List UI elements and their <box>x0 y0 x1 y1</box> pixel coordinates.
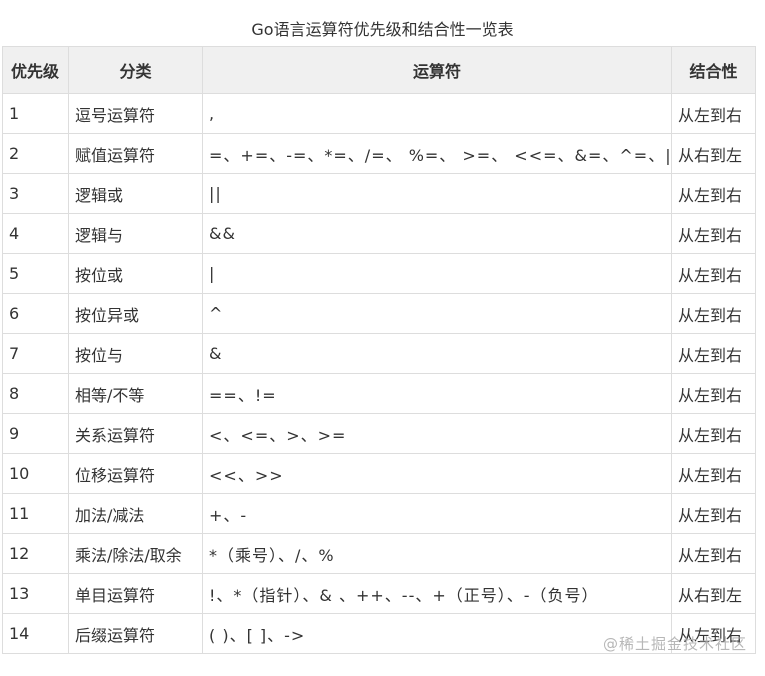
cell-operator: ( )、[ ]、-> <box>202 613 672 654</box>
cell-category: 逻辑与 <box>68 213 203 254</box>
table-header-row: 优先级 分类 运算符 结合性 <box>2 46 756 94</box>
cell-priority: 12 <box>2 533 69 574</box>
table-body: 1 逗号运算符, 从左到右 2 赋值运算符 =、+=、-=、*=、/=、 %=、 >=、 … <box>2 93 756 654</box>
table-caption: Go语言运算符优先级和结合性一览表 <box>251 20 514 39</box>
cell-category: 逻辑或 <box>68 173 203 214</box>
cell-associativity: 从右到左 <box>671 133 756 174</box>
cell-category: 后缀运算符 <box>68 613 203 654</box>
table-row: 10 位移运算符 <<、>> 从左到右 <box>2 453 756 494</box>
cell-operator: =、+=、-=、*=、/=、 %=、 >=、 <<=、&=、^=、|= <box>202 133 672 174</box>
cell-operator: ^ <box>202 293 672 334</box>
cell-associativity: 从左到右 <box>671 373 756 414</box>
cell-category: 按位与 <box>68 333 203 374</box>
cell-priority: 3 <box>2 173 69 214</box>
cell-category: 逗号运算符 <box>68 93 203 134</box>
cell-category: 加法/减法 <box>68 493 203 534</box>
table-row: 1 逗号运算符, 从左到右 <box>2 93 756 134</box>
cell-operator: , <box>202 93 672 134</box>
header-priority: 优先级 <box>2 46 69 94</box>
cell-operator: || <box>202 173 672 214</box>
operator-precedence-table: 优先级 分类 运算符 结合性 1 逗号运算符, 从左到右 2 赋值运算符 =、+=、-=、… <box>2 46 756 654</box>
cell-operator: ==、!= <box>202 373 672 414</box>
table-row: 8 相等/不等 ==、!= 从左到右 <box>2 373 756 414</box>
cell-priority: 6 <box>2 293 69 334</box>
cell-operator: & <box>202 333 672 374</box>
table-row: 2 赋值运算符 =、+=、-=、*=、/=、 %=、 >=、 <<=、&=、^=、|… <box>2 133 756 174</box>
cell-associativity: 从左到右 <box>671 173 756 214</box>
cell-operator: !、*（指针）、& 、++、--、+（正号）、-（负号） <box>202 573 672 614</box>
table-row: 4 逻辑与 && 从左到右 <box>2 213 756 254</box>
cell-category: 乘法/除法/取余 <box>68 533 203 574</box>
cell-priority: 8 <box>2 373 69 414</box>
cell-associativity: 从左到右 <box>671 533 756 574</box>
table-row: 7 按位与 & 从左到右 <box>2 333 756 374</box>
cell-category: 相等/不等 <box>68 373 203 414</box>
cell-associativity: 从左到右 <box>671 493 756 534</box>
table-row: 9 关系运算符 <、<=、>、>= 从左到右 <box>2 413 756 454</box>
cell-associativity: 从左到右 <box>671 213 756 254</box>
header-associativity: 结合性 <box>671 46 756 94</box>
cell-priority: 1 <box>2 93 69 134</box>
table-row: 12 乘法/除法/取余 *（乘号）、/、% 从左到右 <box>2 533 756 574</box>
header-operator: 运算符 <box>202 46 672 94</box>
table-row: 6 按位异或 ^ 从左到右 <box>2 293 756 334</box>
cell-priority: 4 <box>2 213 69 254</box>
watermark: @稀土掘金技术社区 <box>602 635 747 653</box>
cell-associativity: 从左到右 <box>671 293 756 334</box>
cell-category: 位移运算符 <box>68 453 203 494</box>
cell-operator: | <box>202 253 672 294</box>
cell-associativity: 从左到右 <box>671 253 756 294</box>
cell-operator: <、<=、>、>= <box>202 413 672 454</box>
cell-associativity: 从左到右 <box>671 333 756 374</box>
cell-category: 关系运算符 <box>68 413 203 454</box>
cell-category: 单目运算符 <box>68 573 203 614</box>
cell-associativity: 从左到右 <box>671 453 756 494</box>
table-row: 13 单目运算符 !、*（指针）、& 、++、--、+（正号）、-（负号） 从右到左 <box>2 573 756 614</box>
cell-priority: 5 <box>2 253 69 294</box>
table-row: 11 加法/减法 +、- 从左到右 <box>2 493 756 534</box>
cell-associativity: 从左到右 <box>671 413 756 454</box>
table-row: 3 逻辑或 || 从左到右 <box>2 173 756 214</box>
cell-category: 按位异或 <box>68 293 203 334</box>
cell-associativity: 从右到左 <box>671 573 756 614</box>
cell-operator: <<、>> <box>202 453 672 494</box>
cell-priority: 11 <box>2 493 69 534</box>
cell-priority: 13 <box>2 573 69 614</box>
table-row: 5 按位或 | 从左到右 <box>2 253 756 294</box>
cell-category: 按位或 <box>68 253 203 294</box>
cell-operator: *（乘号）、/、% <box>202 533 672 574</box>
cell-priority: 14 <box>2 613 69 654</box>
cell-priority: 10 <box>2 453 69 494</box>
cell-operator: +、- <box>202 493 672 534</box>
cell-category: 赋值运算符 <box>68 133 203 174</box>
cell-associativity: 从左到右 <box>671 93 756 134</box>
cell-priority: 9 <box>2 413 69 454</box>
header-category: 分类 <box>68 46 203 94</box>
cell-priority: 2 <box>2 133 69 174</box>
cell-operator: && <box>202 213 672 254</box>
cell-priority: 7 <box>2 333 69 374</box>
